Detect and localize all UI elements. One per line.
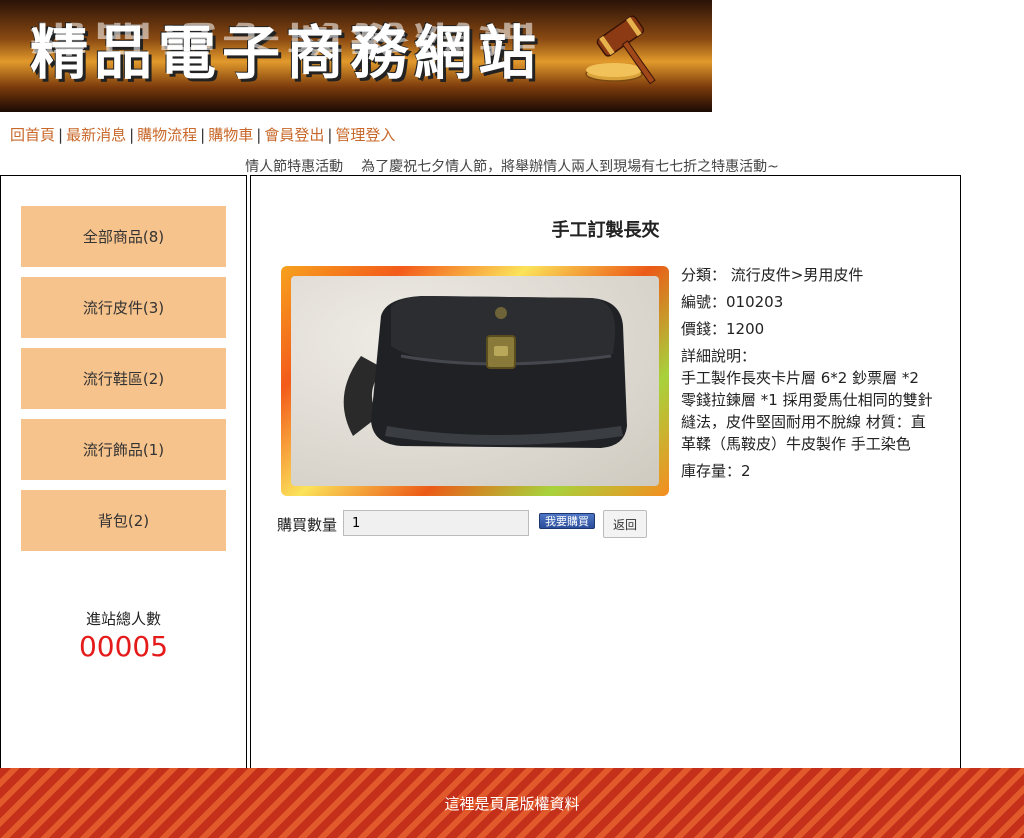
product-title: 手工訂製長夾 bbox=[551, 220, 660, 241]
product-price: 價錢：1200 bbox=[681, 320, 765, 338]
nav-separator: | bbox=[327, 126, 333, 144]
nav-separator: | bbox=[256, 126, 262, 144]
wallet-photo bbox=[343, 296, 627, 448]
nav-member-logout-link[interactable]: 會員登出 bbox=[264, 126, 324, 144]
product-info: 分類： 流行皮件>男用皮件 編號：010203 價錢：1200 詳細說明： 手工… bbox=[681, 264, 937, 487]
nav-separator: | bbox=[129, 126, 135, 144]
visitor-counter-value: 00005 bbox=[78, 630, 169, 663]
nav-cart-link[interactable]: 購物車 bbox=[208, 126, 253, 144]
nav-news-link[interactable]: 最新消息 bbox=[66, 126, 126, 144]
nav-shopping-process-link[interactable]: 購物流程 bbox=[137, 126, 197, 144]
announcement-text: 為了慶祝七夕情人節，將舉辦情人兩人到現場有七七折之特惠活動~ bbox=[361, 159, 779, 175]
gavel-icon bbox=[585, 15, 656, 85]
visitor-counter-label: 進站總人數 bbox=[85, 610, 161, 628]
product-image bbox=[281, 266, 669, 496]
footer: 這裡是頁尾版權資料 bbox=[0, 768, 1024, 838]
quantity-label: 購買數量 bbox=[277, 516, 338, 534]
category-shoes-button[interactable]: 流行鞋區(2) bbox=[21, 348, 226, 409]
site-title-reflection: 精品電子商務網站 bbox=[30, 17, 543, 59]
product-detail-panel: 手工訂製長夾 分類： 流行皮件>男用皮件 編號：010203 價錢：1200 詳… bbox=[250, 175, 961, 769]
category-backpack-button[interactable]: 背包(2) bbox=[21, 490, 226, 551]
category-accessories-button[interactable]: 流行飾品(1) bbox=[21, 419, 226, 480]
description-text: 手工製作長夾卡片層 6*2 鈔票層 *2 零錢拉鍊層 *1 採用愛馬仕相同的雙針… bbox=[681, 369, 933, 453]
product-stock: 庫存量：2 bbox=[681, 462, 751, 480]
announcement-marquee: 情人節特惠活動 為了慶祝七夕情人節，將舉辦情人兩人到現場有七七折之特惠活動~ bbox=[0, 156, 1024, 176]
buy-button[interactable]: 我要購買 bbox=[539, 513, 595, 529]
footer-copyright: 這裡是頁尾版權資料 bbox=[444, 794, 580, 813]
site-banner: 精品電子商務網站 精品電子商務網站 bbox=[0, 0, 712, 112]
nav-admin-login-link[interactable]: 管理登入 bbox=[335, 126, 395, 144]
announcement-title: 情人節特惠活動 bbox=[245, 159, 344, 175]
category-leather-button[interactable]: 流行皮件(3) bbox=[21, 277, 226, 338]
quantity-input[interactable] bbox=[343, 510, 529, 536]
top-nav: 回首頁 | 最新消息 | 購物流程 | 購物車 | 會員登出 | 管理登入 bbox=[10, 124, 395, 145]
back-button[interactable]: 返回 bbox=[603, 510, 647, 538]
product-description: 詳細說明： 手工製作長夾卡片層 6*2 鈔票層 *2 零錢拉鍊層 *1 採用愛馬… bbox=[681, 345, 937, 455]
nav-separator: | bbox=[200, 126, 206, 144]
category-all-button[interactable]: 全部商品(8) bbox=[21, 206, 226, 267]
description-label: 詳細說明： bbox=[681, 347, 757, 365]
sidebar: 全部商品(8) 流行皮件(3) 流行鞋區(2) 流行飾品(1) 背包(2) 進站… bbox=[0, 175, 247, 769]
nav-separator: | bbox=[58, 126, 64, 144]
nav-home-link[interactable]: 回首頁 bbox=[10, 126, 55, 144]
product-code: 編號：010203 bbox=[681, 293, 784, 311]
product-category: 分類： 流行皮件>男用皮件 bbox=[681, 266, 864, 284]
